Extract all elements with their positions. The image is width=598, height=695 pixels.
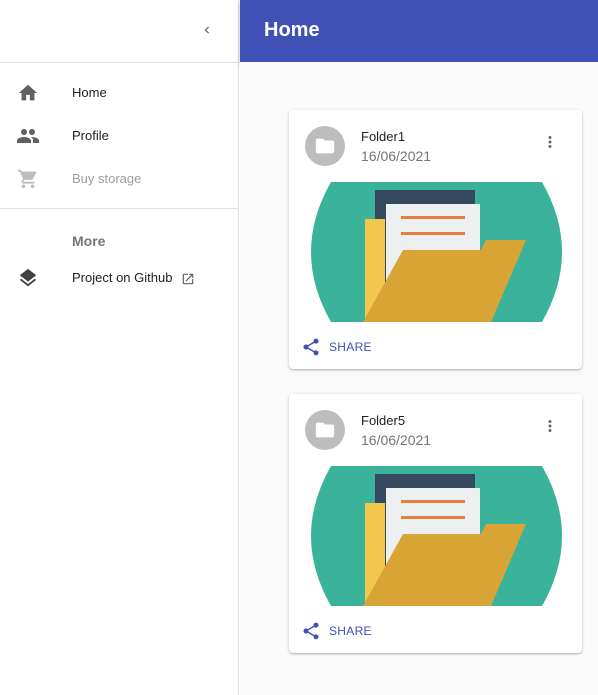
card-date: 16/06/2021 [361,432,432,448]
nav-item-label: Home [72,85,107,100]
nav-list: Home Profile Buy storage [0,63,238,200]
more-label: More [72,233,106,249]
more-vert-icon [548,420,552,432]
more-subheader: More [0,209,238,255]
navigation-drawer: Home Profile Buy storage More Project on… [0,0,239,695]
home-icon [16,81,40,105]
share-icon [303,338,319,356]
nav-item-label: Buy storage [72,171,142,186]
share-button[interactable]: SHARE [301,336,372,358]
card-title: Folder1 [361,129,406,144]
main-content: Folder1 16/06/2021 SHARE Folder5 16/06/2… [240,62,598,695]
share-icon [303,622,319,640]
nav-item-label: Profile [72,128,109,143]
folder-card: Folder1 16/06/2021 SHARE [289,110,582,369]
share-label: SHARE [329,340,372,354]
nav-item-home[interactable]: Home [0,71,238,114]
nav-item-profile[interactable]: Profile [0,114,238,157]
card-menu-button[interactable] [536,412,564,440]
card-date: 16/06/2021 [361,148,432,164]
page-title: Home [264,19,320,41]
app-bar: Home [240,0,598,62]
avatar [305,126,345,166]
cart-icon [16,167,40,191]
card-title: Folder5 [361,413,406,428]
folder-illustration [311,182,562,322]
more-vert-icon [548,136,552,148]
share-label: SHARE [329,624,372,638]
chevron-left-icon [204,26,209,34]
nav-item-github[interactable]: Project on Github [0,255,238,301]
folder-icon [315,138,335,154]
folder-illustration [311,466,562,606]
layers-icon [16,266,40,290]
drawer-header [0,0,238,63]
avatar [305,410,345,450]
github-link-label: Project on Github [72,270,173,286]
folder-card: Folder5 16/06/2021 SHARE [289,394,582,653]
share-button[interactable]: SHARE [301,620,372,642]
folder-icon [315,422,335,438]
card-menu-button[interactable] [536,128,564,156]
collapse-drawer-button[interactable] [192,15,222,45]
github-link-wrap: Project on Github [72,270,195,286]
open-external-icon [182,273,194,285]
nav-item-buy-storage[interactable]: Buy storage [0,157,238,200]
people-icon [16,124,40,148]
